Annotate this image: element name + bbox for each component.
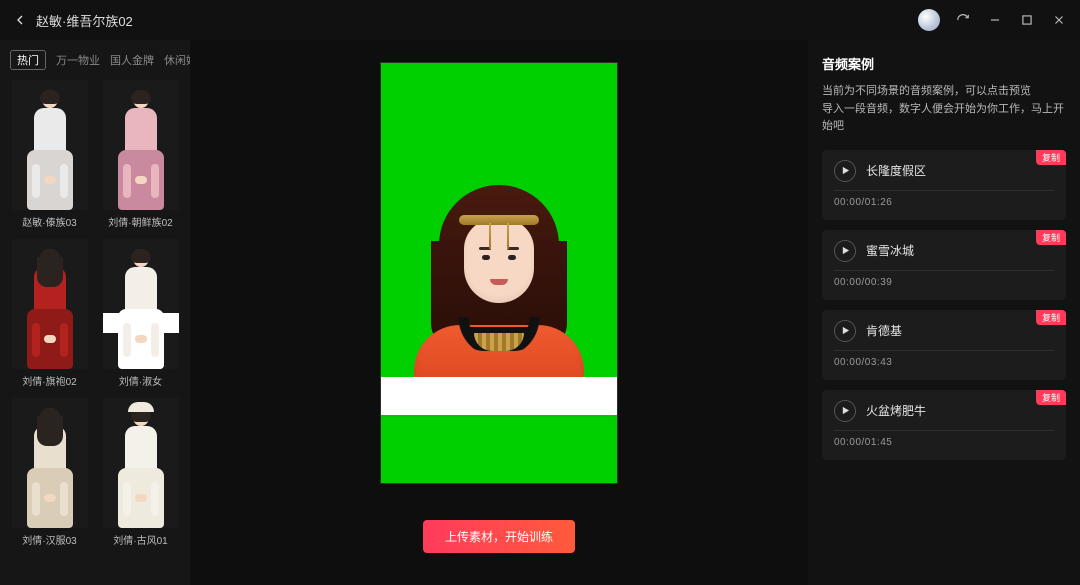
- audio-title: 长隆度假区: [866, 162, 926, 179]
- model-thumbnail: [103, 398, 179, 528]
- model-thumbnail: [12, 239, 88, 369]
- model-label: 刘倩·朝鲜族02: [108, 214, 172, 229]
- audio-time: 00:00/00:39: [834, 277, 1054, 288]
- model-library-panel: 热门万一物业国人金牌休闲娱乐美食 赵敏·傣族03 刘倩·朝鲜族02 刘倩·旗袍02 刘…: [0, 40, 190, 585]
- model-label: 刘倩·古风01: [113, 532, 167, 547]
- play-button[interactable]: [834, 400, 856, 422]
- play-button[interactable]: [834, 160, 856, 182]
- model-thumbnail: [103, 239, 179, 369]
- category-tab[interactable]: 万一物业: [56, 52, 100, 68]
- model-label: 刘倩·淑女: [119, 373, 162, 388]
- audio-panel-title: 音频案例: [822, 54, 1066, 73]
- audio-sample-card: 复制火盆烤肥牛 00:00/01:45: [822, 390, 1066, 460]
- close-button[interactable]: [1050, 11, 1068, 29]
- audio-panel-description: 当前为不同场景的音频案例，可以点击预览 导入一段音频，数字人便会开始为你工作，马…: [822, 83, 1066, 136]
- model-grid: 赵敏·傣族03 刘倩·朝鲜族02 刘倩·旗袍02 刘倩·淑女刘倩·汉服03 刘倩·古风0…: [10, 80, 180, 547]
- audio-list: 复制长隆度假区00:00/01:26复制蜜雪冰城00:00/00:39复制肯德基…: [822, 150, 1066, 460]
- copy-badge[interactable]: 复制: [1036, 310, 1066, 325]
- model-card[interactable]: 刘倩·旗袍02: [10, 239, 89, 388]
- maximize-button[interactable]: [1018, 11, 1036, 29]
- audio-title: 火盆烤肥牛: [866, 402, 926, 419]
- audio-time: 00:00/01:26: [834, 197, 1054, 208]
- model-label: 刘倩·汉服03: [22, 532, 76, 547]
- model-card[interactable]: 刘倩·古风01: [101, 398, 180, 547]
- model-label: 赵敏·傣族03: [22, 214, 76, 229]
- titlebar: 赵敏·维吾尔族02: [0, 0, 1080, 40]
- play-button[interactable]: [834, 240, 856, 262]
- audio-sample-card: 复制长隆度假区 00:00/01:26: [822, 150, 1066, 220]
- category-tab[interactable]: 休闲娱乐: [164, 52, 190, 68]
- audio-time: 00:00/01:45: [834, 437, 1054, 448]
- audio-samples-panel: 音频案例 当前为不同场景的音频案例，可以点击预览 导入一段音频，数字人便会开始为…: [808, 40, 1080, 585]
- play-button[interactable]: [834, 320, 856, 342]
- back-button[interactable]: [12, 12, 28, 28]
- audio-title: 肯德基: [866, 322, 902, 339]
- page-title: 赵敏·维吾尔族02: [36, 11, 133, 30]
- audio-time: 00:00/03:43: [834, 357, 1054, 368]
- model-thumbnail: [12, 80, 88, 210]
- model-card[interactable]: 刘倩·淑女: [101, 239, 180, 388]
- minimize-button[interactable]: [986, 11, 1004, 29]
- audio-sample-card: 复制蜜雪冰城 00:00/00:39: [822, 230, 1066, 300]
- preview-canvas-area: 上传素材，开始训练: [190, 40, 808, 585]
- greenscreen-stage[interactable]: [380, 62, 618, 484]
- model-card[interactable]: 刘倩·朝鲜族02: [101, 80, 180, 229]
- model-label: 刘倩·旗袍02: [22, 373, 76, 388]
- model-thumbnail: [103, 80, 179, 210]
- model-thumbnail: [12, 398, 88, 528]
- model-card[interactable]: 刘倩·汉服03: [10, 398, 89, 547]
- refresh-button[interactable]: [954, 11, 972, 29]
- category-tabs: 热门万一物业国人金牌休闲娱乐美食: [10, 50, 180, 70]
- stage-desk: [381, 377, 617, 415]
- upload-start-training-button[interactable]: 上传素材，开始训练: [423, 520, 575, 553]
- audio-sample-card: 复制肯德基 00:00/03:43: [822, 310, 1066, 380]
- copy-badge[interactable]: 复制: [1036, 150, 1066, 165]
- audio-title: 蜜雪冰城: [866, 242, 914, 259]
- user-avatar[interactable]: [918, 9, 940, 31]
- copy-badge[interactable]: 复制: [1036, 230, 1066, 245]
- copy-badge[interactable]: 复制: [1036, 390, 1066, 405]
- main-layout: 热门万一物业国人金牌休闲娱乐美食 赵敏·傣族03 刘倩·朝鲜族02 刘倩·旗袍02 刘…: [0, 40, 1080, 585]
- category-tab[interactable]: 热门: [10, 50, 46, 70]
- category-tab[interactable]: 国人金牌: [110, 52, 154, 68]
- model-card[interactable]: 赵敏·傣族03: [10, 80, 89, 229]
